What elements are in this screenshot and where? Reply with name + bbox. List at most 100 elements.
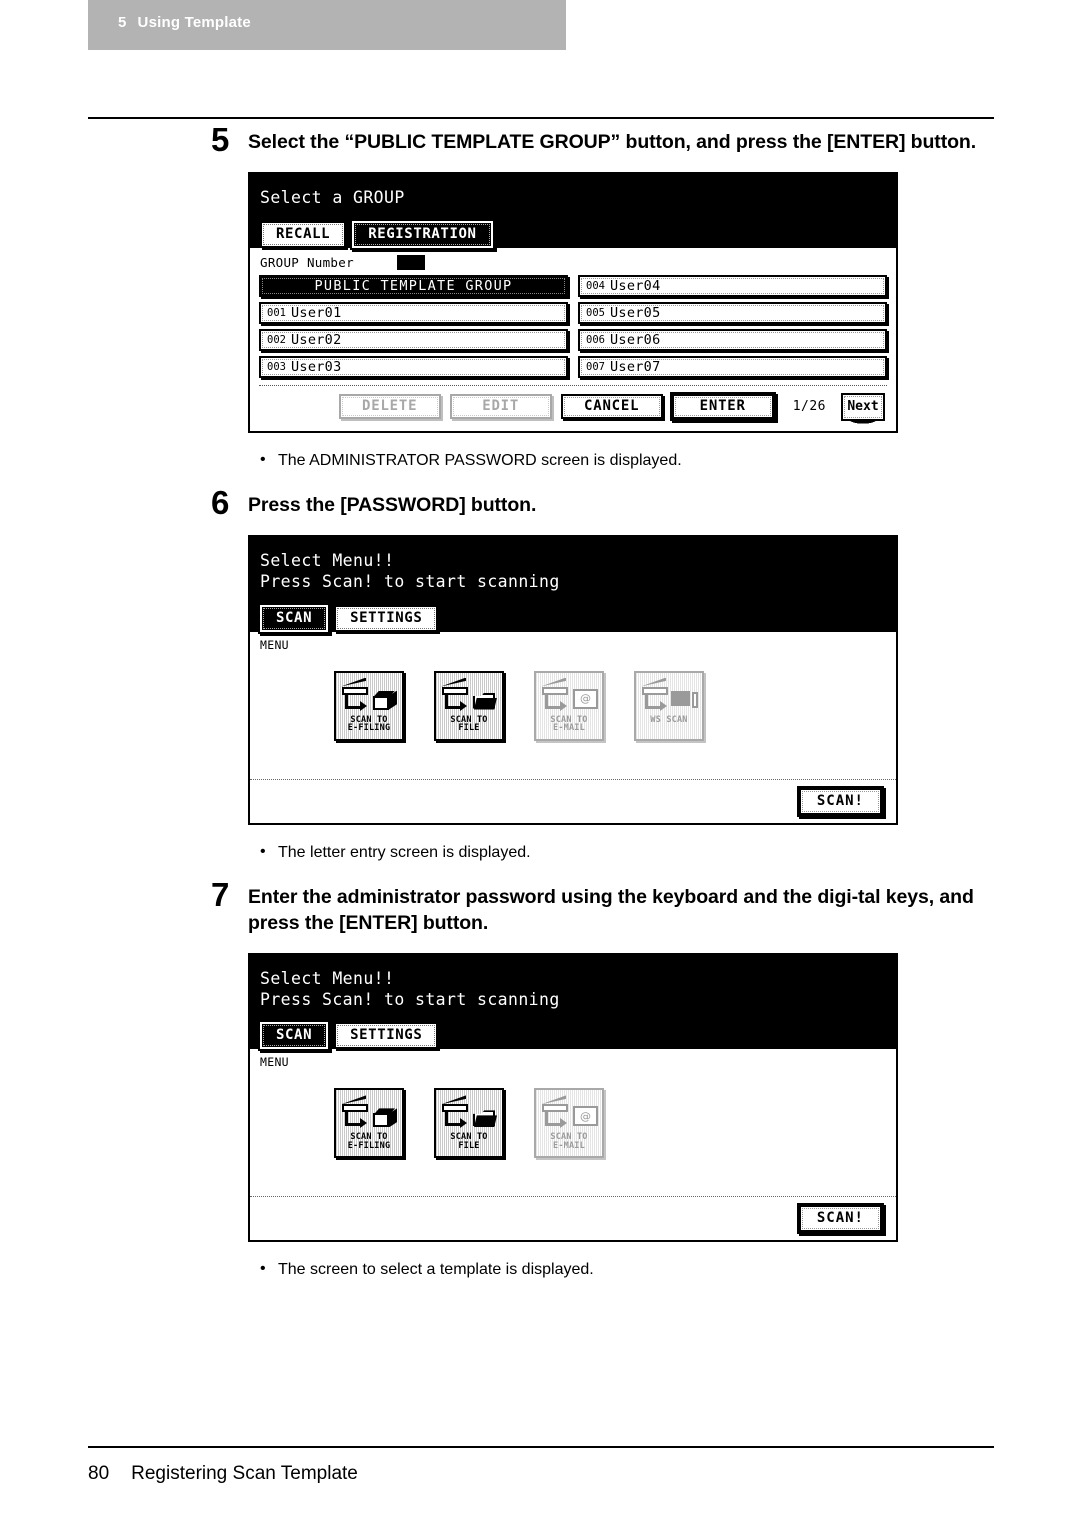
note-text: The ADMINISTRATOR PASSWORD screen is dis… (278, 451, 682, 469)
scan-to-email-icon[interactable]: @ SCAN TO E-MAIL (534, 1088, 604, 1159)
group-number-row: GROUP Number (260, 254, 887, 270)
lcd-header-menu4: Select Menu!! Press Scan! to start scann… (250, 537, 896, 632)
group-key-label: User06 (609, 331, 661, 348)
icon-caption: WS SCAN (650, 714, 688, 725)
step-7: 7 Enter the administrator password using… (88, 878, 1008, 937)
footer-divider (88, 1446, 994, 1448)
scan-to-file-icon[interactable]: SCAN TO FILE (434, 1088, 504, 1159)
bullet-icon: • (260, 842, 266, 860)
page-footer: 80 Registering Scan Template (88, 1463, 358, 1485)
step-6-text: Press the [PASSWORD] button. (248, 494, 537, 517)
lcd-body-group: GROUP Number PUBLIC TEMPLATE GROUP 004 Us… (250, 247, 896, 431)
lcd-screen-select-menu-3: Select Menu!! Press Scan! to start scann… (248, 953, 898, 1243)
group-key-grid: PUBLIC TEMPLATE GROUP 004 User04 001 User0… (259, 274, 887, 378)
icon-caption: SCAN TO E-MAIL (550, 1132, 588, 1152)
note-letter-entry: • The letter entry screen is displayed. (88, 843, 1008, 864)
next-page-button[interactable]: Next (841, 392, 885, 427)
tab-registration[interactable]: REGISTRATION (352, 220, 493, 248)
scan-to-e-filing-icon[interactable]: SCAN TO E-FILING (334, 1088, 404, 1159)
scan-action-bar-menu4: SCAN! (250, 778, 896, 823)
menu-icon-strip-menu3: SCAN TO E-FILING SCAN TO FILE @ SCAN TO … (250, 1074, 896, 1196)
group-key-user07[interactable]: 007 User07 (578, 355, 887, 378)
scanner-to-box-glyph (340, 677, 398, 715)
footer-page-number: 80 (88, 1463, 110, 1484)
note-select-template: • The screen to select a template is dis… (88, 1260, 1008, 1281)
group-key-label: User04 (609, 277, 661, 294)
step-7-number: 7 (211, 876, 230, 914)
page-content: 5 Select the “PUBLIC TEMPLATE GROUP” but… (88, 123, 1008, 1281)
icon-caption: SCAN TO FILE (450, 1132, 488, 1152)
lcd-body-menu3: MENU SCAN TO E-FILING SCAN TO FILE @ SCA… (250, 1049, 896, 1241)
scan-to-file-icon[interactable]: SCAN TO FILE (434, 670, 504, 741)
group-key-index: 002 (267, 333, 286, 346)
step-6: 6 Press the [PASSWORD] button. (88, 486, 1008, 519)
icon-caption: SCAN TO E-FILING (347, 714, 391, 734)
note-text: The letter entry screen is displayed. (278, 843, 531, 861)
tab-scan[interactable]: SCAN (260, 604, 329, 632)
group-number-input[interactable] (396, 254, 425, 270)
chapter-heading: 5 Using Template (118, 14, 251, 31)
menu-label-menu4: MENU (260, 637, 289, 652)
lcd-subtitle-menu4: Press Scan! to start scanning (260, 571, 560, 591)
header-divider (88, 117, 994, 119)
scanner-to-folder-glyph (440, 1094, 498, 1132)
edit-button[interactable]: EDIT (449, 394, 552, 420)
lcd-body-menu4: MENU SCAN TO E-FILING SCAN TO FILE @ SCA… (250, 631, 896, 823)
scan-now-button[interactable]: SCAN! (798, 1205, 882, 1233)
lcd-title-menu4: Select Menu!! (260, 551, 395, 571)
scan-now-button[interactable]: SCAN! (798, 787, 882, 815)
step-5-text: Select the “PUBLIC TEMPLATE GROUP” butto… (248, 131, 977, 153)
group-key-user03[interactable]: 003 User03 (259, 355, 568, 378)
lcd-title-menu3: Select Menu!! (260, 969, 395, 989)
step-5-number: 5 (211, 121, 230, 158)
scanner-to-folder-glyph (440, 677, 498, 715)
page-header-band: 5 Using Template (88, 0, 566, 50)
page-indicator: 1/26 (792, 399, 826, 415)
group-action-bar: DELETE EDIT CANCEL ENTER 1/26 Next (259, 386, 887, 427)
group-key-user04[interactable]: 004 User04 (578, 274, 887, 297)
tabrow-menu4: SCAN SETTINGS (260, 604, 886, 632)
group-key-label: User07 (609, 358, 661, 375)
group-key-label: User02 (290, 331, 342, 348)
scanner-to-mail-glyph: @ (540, 677, 598, 715)
group-key-user06[interactable]: 006 User06 (578, 328, 887, 351)
group-number-label: GROUP Number (260, 254, 354, 270)
group-key-index: 003 (267, 360, 286, 373)
group-key-user02[interactable]: 002 User02 (259, 328, 568, 351)
group-key-public-template-group[interactable]: PUBLIC TEMPLATE GROUP (259, 274, 568, 297)
bullet-icon: • (260, 1260, 266, 1278)
chapter-number: 5 (118, 14, 127, 31)
footer-section-title: Registering Scan Template (131, 1463, 358, 1484)
ws-scan-icon[interactable]: WS SCAN (634, 670, 704, 741)
group-key-index: 006 (586, 333, 605, 346)
tab-settings[interactable]: SETTINGS (334, 1022, 439, 1050)
lcd-header-menu3: Select Menu!! Press Scan! to start scann… (250, 955, 896, 1050)
menu-icon-strip-menu4: SCAN TO E-FILING SCAN TO FILE @ SCAN TO … (250, 657, 896, 779)
bullet-icon: • (260, 450, 266, 468)
tab-settings[interactable]: SETTINGS (334, 604, 439, 632)
icon-caption: SCAN TO FILE (450, 714, 488, 734)
delete-button[interactable]: DELETE (338, 394, 441, 420)
step-6-number: 6 (211, 484, 230, 522)
tab-recall[interactable]: RECALL (260, 220, 347, 248)
group-key-index: 001 (267, 306, 286, 319)
chapter-title: Using Template (137, 14, 251, 31)
group-key-user05[interactable]: 005 User05 (578, 301, 887, 324)
cancel-button[interactable]: CANCEL (560, 394, 663, 420)
scan-to-e-filing-icon[interactable]: SCAN TO E-FILING (334, 670, 404, 741)
lcd-screen-select-menu-4: Select Menu!! Press Scan! to start scann… (248, 535, 898, 825)
scan-to-email-icon[interactable]: @ SCAN TO E-MAIL (534, 670, 604, 741)
group-key-user01[interactable]: 001 User01 (259, 301, 568, 324)
group-key-index: 004 (586, 279, 605, 292)
note-text: The screen to select a template is displ… (278, 1261, 594, 1279)
icon-caption: SCAN TO E-FILING (347, 1132, 391, 1152)
scan-action-bar-menu3: SCAN! (250, 1196, 896, 1240)
group-key-label: User01 (290, 304, 342, 321)
step-7-text: Enter the administrator password using t… (248, 886, 974, 935)
tab-scan[interactable]: SCAN (260, 1022, 329, 1050)
lcd-header-group: Select a GROUP RECALL REGISTRATION (250, 173, 896, 248)
scanner-to-pc-glyph (640, 677, 698, 715)
enter-button[interactable]: ENTER (671, 394, 774, 420)
tabrow-menu3: SCAN SETTINGS (260, 1022, 886, 1050)
scanner-to-box-glyph (340, 1094, 398, 1132)
